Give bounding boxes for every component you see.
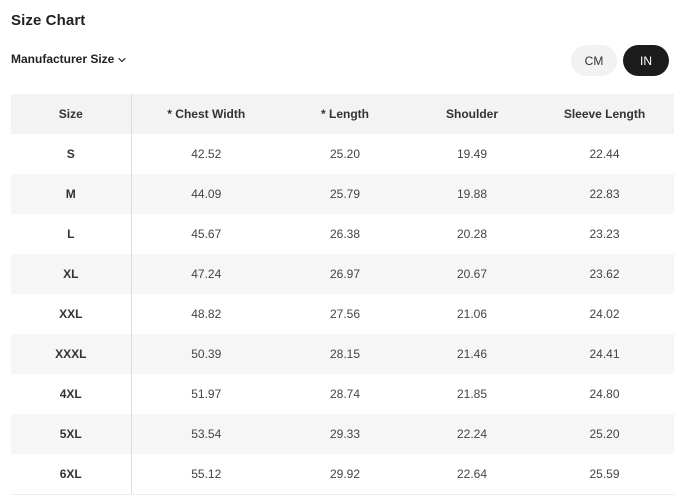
table-header-row: Size * Chest Width * Length Shoulder Sle… [11,94,674,134]
measurement-cell: 23.23 [535,214,674,254]
measurement-cell: 25.79 [281,174,409,214]
measurement-cell: 19.49 [409,134,535,174]
measurement-cell: 29.33 [281,414,409,454]
manufacturer-size-dropdown[interactable]: Manufacturer Size [11,52,126,66]
size-chart-table: Size * Chest Width * Length Shoulder Sle… [11,94,675,494]
measurement-cell: 21.06 [409,294,535,334]
measurement-cell: 26.38 [281,214,409,254]
size-cell: XL [11,254,132,294]
chevron-down-icon [118,56,126,64]
measurement-cell: 50.39 [131,334,281,374]
measurement-cell: 27.56 [281,294,409,334]
table-bottom-divider [11,494,674,495]
table-row: XXL 48.82 27.56 21.06 24.02 [11,294,674,334]
table-row: XL 47.24 26.97 20.67 23.62 [11,254,674,294]
measurement-cell: 44.09 [131,174,281,214]
measurement-cell: 19.88 [409,174,535,214]
size-cell: XXXL [11,334,132,374]
column-header-sleeve-length: Sleeve Length [535,94,674,134]
unit-cm-button[interactable]: CM [571,45,617,76]
column-header-chest-width: * Chest Width [131,94,281,134]
column-header-size: Size [11,94,132,134]
measurement-cell: 47.24 [131,254,281,294]
size-cell: XXL [11,294,132,334]
table-row: L 45.67 26.38 20.28 23.23 [11,214,674,254]
measurement-cell: 25.59 [535,454,674,494]
page-title: Size Chart [11,12,86,29]
table-row: 5XL 53.54 29.33 22.24 25.20 [11,414,674,454]
size-cell: S [11,134,132,174]
unit-in-button[interactable]: IN [623,45,669,76]
measurement-cell: 45.67 [131,214,281,254]
measurement-cell: 24.80 [535,374,674,414]
manufacturer-size-label: Manufacturer Size [11,52,115,66]
measurement-cell: 21.85 [409,374,535,414]
measurement-cell: 20.67 [409,254,535,294]
measurement-cell: 25.20 [281,134,409,174]
size-cell: M [11,174,132,214]
measurement-cell: 26.97 [281,254,409,294]
measurement-cell: 53.54 [131,414,281,454]
measurement-cell: 51.97 [131,374,281,414]
measurement-cell: 22.64 [409,454,535,494]
measurement-cell: 25.20 [535,414,674,454]
measurement-cell: 21.46 [409,334,535,374]
measurement-cell: 55.12 [131,454,281,494]
measurement-cell: 28.15 [281,334,409,374]
measurement-cell: 48.82 [131,294,281,334]
table-row: XXXL 50.39 28.15 21.46 24.41 [11,334,674,374]
size-cell: L [11,214,132,254]
size-cell: 5XL [11,414,132,454]
table-row: 4XL 51.97 28.74 21.85 24.80 [11,374,674,414]
column-header-shoulder: Shoulder [409,94,535,134]
unit-toggle: CM IN [571,45,669,76]
column-header-length: * Length [281,94,409,134]
measurement-cell: 23.62 [535,254,674,294]
table-row: M 44.09 25.79 19.88 22.83 [11,174,674,214]
measurement-cell: 22.44 [535,134,674,174]
size-cell: 4XL [11,374,132,414]
measurement-cell: 42.52 [131,134,281,174]
measurement-cell: 22.24 [409,414,535,454]
measurement-cell: 24.41 [535,334,674,374]
measurement-cell: 20.28 [409,214,535,254]
measurement-cell: 29.92 [281,454,409,494]
table-row: S 42.52 25.20 19.49 22.44 [11,134,674,174]
size-cell: 6XL [11,454,132,494]
measurement-cell: 22.83 [535,174,674,214]
table-row: 6XL 55.12 29.92 22.64 25.59 [11,454,674,494]
measurement-cell: 28.74 [281,374,409,414]
measurement-cell: 24.02 [535,294,674,334]
